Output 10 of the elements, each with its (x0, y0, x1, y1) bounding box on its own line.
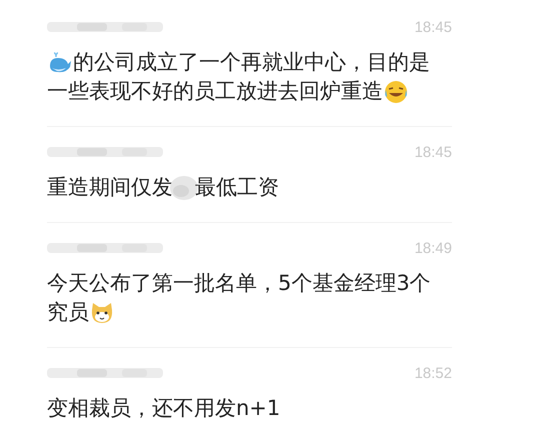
message-text: 一些表现不好的员工放进去回炉重造 (47, 78, 383, 105)
message-text: 最低工资 (195, 174, 279, 201)
laughing-crying-face-icon (384, 80, 408, 104)
cat-face-icon (90, 302, 114, 324)
message-text: 重造期间仅发 (47, 174, 173, 201)
whale-icon (48, 52, 72, 74)
message-text: 今天公布了第一批名单，5个基金经理3个 (47, 270, 431, 297)
message-text: 变相裁员，还不用发n+1 (47, 395, 280, 422)
message-text: 究员 (47, 299, 89, 326)
message-text: 的公司成立了一个再就业中心，目的是 (73, 49, 430, 76)
